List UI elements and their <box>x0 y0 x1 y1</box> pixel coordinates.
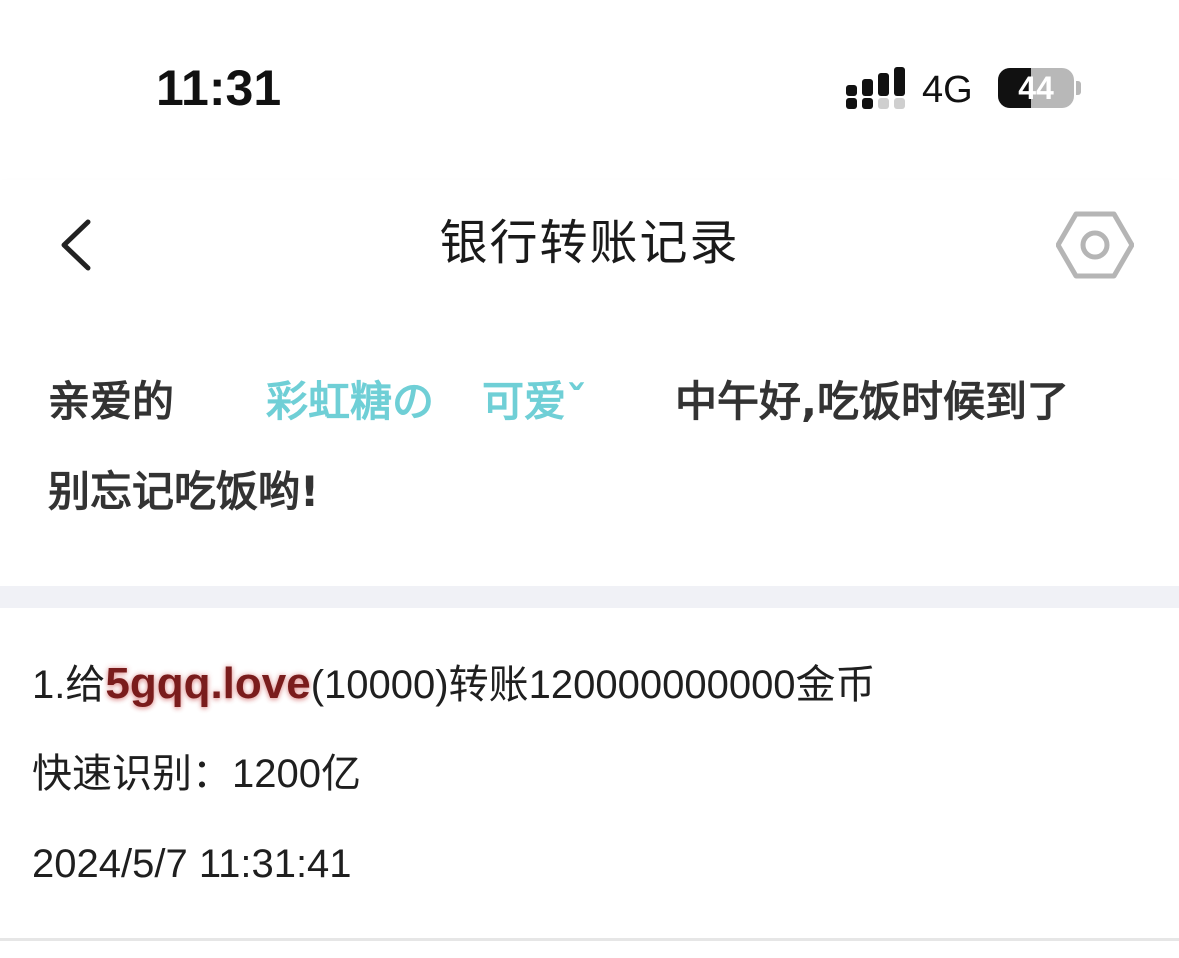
greeting-name-part1: 彩虹糖の <box>266 377 435 426</box>
greeting-card: 亲爱的 彩虹糖の 可爱ˇ 中午好,吃饭时候到了 别忘记吃饭哟! <box>0 310 1179 586</box>
network-label: 4G <box>922 69 973 111</box>
transfer-prefix: 1.给 <box>32 663 106 707</box>
recipient-name: 5gqq.love <box>105 659 311 708</box>
transfer-detail: (10000)转账120000000000金币 <box>310 663 876 707</box>
battery-cap <box>1076 81 1081 95</box>
transfer-timestamp: 2024/5/7 11:31:41 <box>32 842 352 886</box>
nav-bar: 银行转账记录 <box>0 180 1179 310</box>
greeting-suffix: 中午好,吃饭时候到了 <box>675 377 1070 426</box>
transfer-record: 1.给5gqq.love(10000)转账120000000000金币 快速识别… <box>0 608 1179 940</box>
greeting-line-2: 别忘记吃饭哟! <box>48 467 320 516</box>
battery-level: 44 <box>1018 70 1054 106</box>
signal-icon <box>846 67 905 109</box>
page-title: 银行转账记录 <box>439 215 740 271</box>
quick-value: 1200亿 <box>232 752 361 796</box>
status-bar: 11:31 4G 44 <box>0 0 1179 180</box>
quick-recognition: 快速识别：1200亿 <box>32 746 361 802</box>
greeting-line-1: 亲爱的 彩虹糖の 可爱ˇ 中午好,吃饭时候到了 <box>48 372 1069 432</box>
transfer-description: 1.给5gqq.love(10000)转账120000000000金币 <box>32 656 876 713</box>
greeting-prefix: 亲爱的 <box>48 377 175 426</box>
section-divider <box>0 586 1179 608</box>
bottom-divider <box>0 938 1179 941</box>
status-time: 11:31 <box>156 60 282 116</box>
battery-icon: 44 <box>998 68 1074 108</box>
quick-label: 快速识别： <box>32 752 232 796</box>
hexagon-settings-icon <box>1055 211 1135 279</box>
greeting-name-part2: 可爱ˇ <box>482 377 588 426</box>
settings-button[interactable] <box>1055 210 1135 280</box>
